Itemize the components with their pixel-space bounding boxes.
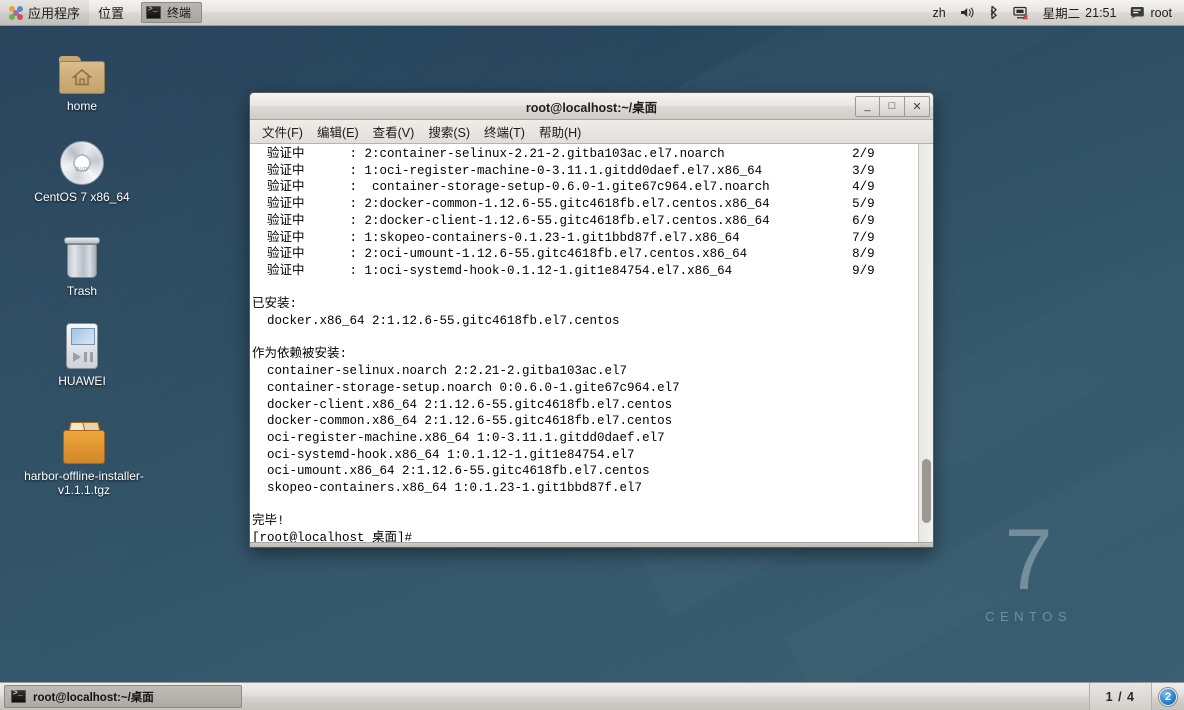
user-menu[interactable]: root xyxy=(1128,6,1174,20)
window-list-item-terminal[interactable]: 终端 xyxy=(141,2,203,23)
places-menu-label: 位置 xyxy=(98,6,125,21)
taskbar-item-terminal[interactable]: root@localhost:~/桌面 xyxy=(4,685,242,708)
archive-icon xyxy=(22,414,146,464)
menu-edit[interactable]: 编辑(E) xyxy=(310,120,366,143)
trash-icon xyxy=(22,229,142,279)
window-titlebar[interactable]: root@localhost:~/桌面 _ □ ✕ xyxy=(250,93,933,120)
applications-menu[interactable]: 应用程序 xyxy=(0,0,90,25)
menu-help[interactable]: 帮助(H) xyxy=(532,120,588,143)
notification-badge[interactable]: 2 xyxy=(1159,687,1177,706)
desktop-icon-home[interactable]: home xyxy=(22,44,142,113)
volume-button[interactable] xyxy=(958,6,977,19)
desktop-icon-huawei[interactable]: HUAWEI xyxy=(22,319,142,388)
watermark-name: CENTOS xyxy=(985,609,1072,624)
top-panel-left: 应用程序 位置 终端 xyxy=(0,0,203,25)
clock-day: 星期二 xyxy=(1042,7,1081,21)
desktop-icon-label: harbor-offline-installer-v1.1.1.tgz xyxy=(24,469,144,497)
scrollbar-thumb[interactable] xyxy=(922,459,931,523)
clock[interactable]: 星期二 21:51 xyxy=(1041,3,1119,22)
dvd-icon xyxy=(22,135,142,185)
window-title: root@localhost:~/桌面 xyxy=(525,100,658,115)
window-list-item-label: 终端 xyxy=(167,6,192,20)
clock-time: 21:51 xyxy=(1085,5,1117,20)
menu-view[interactable]: 查看(V) xyxy=(366,120,422,143)
terminal-menubar: 文件(F) 编辑(E) 查看(V) 搜索(S) 终端(T) 帮助(H) xyxy=(250,120,933,144)
network-disconnected-icon xyxy=(1013,6,1028,20)
menu-file[interactable]: 文件(F) xyxy=(255,120,310,143)
window-resize-grip[interactable] xyxy=(250,542,933,547)
volume-icon xyxy=(960,7,974,18)
input-method-indicator[interactable]: zh xyxy=(930,6,947,20)
terminal-body[interactable]: 验证中 : 2:container-selinux-2.21-2.gitba10… xyxy=(250,144,933,542)
desktop-icon-harbor-archive[interactable]: harbor-offline-installer-v1.1.1.tgz xyxy=(22,414,146,497)
terminal-icon xyxy=(146,5,162,19)
system-tray: zh 星期二 21:51 root xyxy=(930,3,1184,22)
applications-icon xyxy=(9,5,23,20)
bluetooth-button[interactable] xyxy=(987,5,1001,20)
maximize-button[interactable]: □ xyxy=(880,95,905,117)
desktop-icon-trash[interactable]: Trash xyxy=(22,229,142,298)
menu-search[interactable]: 搜索(S) xyxy=(421,120,477,143)
close-button[interactable]: ✕ xyxy=(905,95,930,117)
user-message-icon xyxy=(1131,7,1145,19)
bottom-panel: root@localhost:~/桌面 1 / 4 2 xyxy=(0,682,1184,710)
bottom-panel-right: 1 / 4 2 xyxy=(1088,683,1184,710)
terminal-scrollbar[interactable] xyxy=(918,144,933,542)
input-method-label: zh xyxy=(932,5,946,20)
desktop-icon-label: CentOS 7 x86_64 xyxy=(34,190,130,204)
media-player-icon xyxy=(22,319,142,369)
desktop-icon-label: Trash xyxy=(66,284,98,298)
applications-menu-label: 应用程序 xyxy=(28,6,81,21)
terminal-window[interactable]: root@localhost:~/桌面 _ □ ✕ 文件(F) 编辑(E) 查看… xyxy=(249,92,934,548)
network-button[interactable] xyxy=(1011,6,1031,20)
desktop-icon-label: home xyxy=(66,99,98,113)
terminal-icon xyxy=(11,689,26,703)
desktop-icon-label: HUAWEI xyxy=(58,374,106,388)
house-glyph-icon xyxy=(72,69,92,86)
window-controls: _ □ ✕ xyxy=(855,95,930,117)
folder-icon xyxy=(22,44,142,94)
centos-watermark: 7 CENTOS xyxy=(985,512,1072,624)
taskbar-item-label: root@localhost:~/桌面 xyxy=(33,691,154,704)
places-menu[interactable]: 位置 xyxy=(89,0,133,25)
menu-terminal[interactable]: 终端(T) xyxy=(477,120,532,143)
top-panel: 应用程序 位置 终端 zh xyxy=(0,0,1184,26)
bluetooth-icon xyxy=(990,5,997,20)
watermark-version: 7 xyxy=(1004,512,1053,608)
desktop-icon-centos-dvd[interactable]: CentOS 7 x86_64 xyxy=(22,135,142,204)
terminal-output[interactable]: 验证中 : 2:container-selinux-2.21-2.gitba10… xyxy=(250,144,918,542)
workspace-switcher[interactable]: 1 / 4 xyxy=(1088,683,1152,710)
user-name-label: root xyxy=(1150,5,1172,20)
minimize-button[interactable]: _ xyxy=(855,95,880,117)
